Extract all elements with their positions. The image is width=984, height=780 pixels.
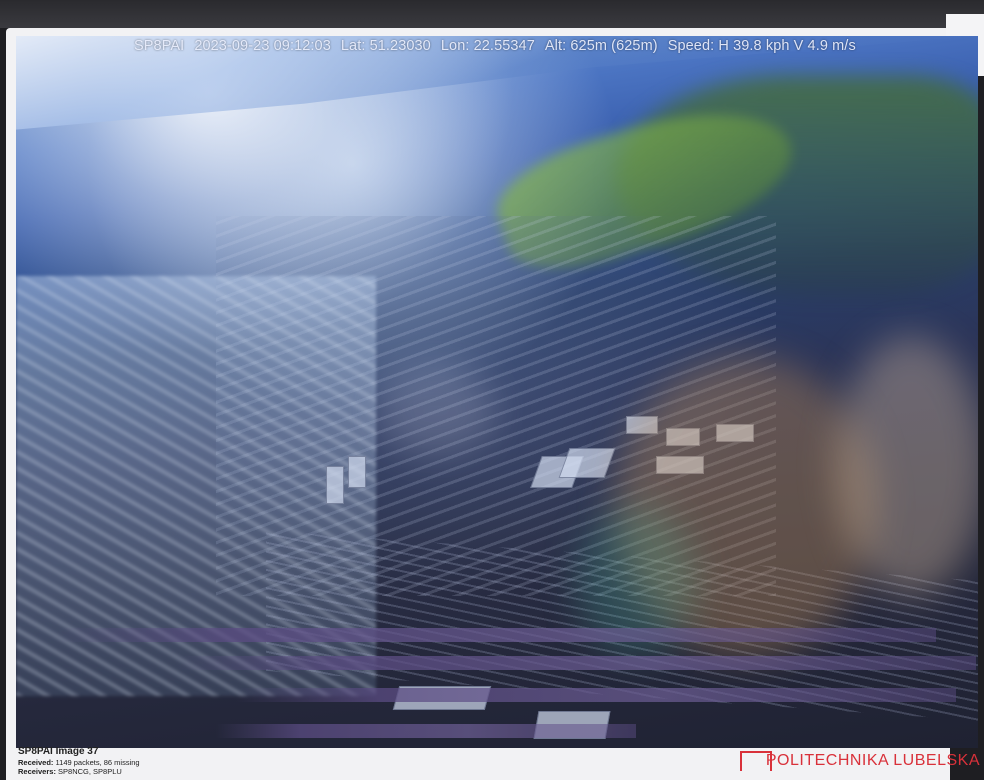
receivers-label: Receivers:	[18, 767, 56, 776]
logo-mark-icon	[740, 751, 772, 771]
image-caption: SP8PAI Image 37 Received: 1149 packets, …	[18, 746, 338, 776]
received-value: 1149 packets, 86 missing	[55, 758, 140, 767]
screen-glare	[836, 336, 978, 596]
telemetry-lon: Lon: 22.55347	[440, 38, 535, 54]
receivers-value: SP8NCG, SP8PLU	[58, 767, 122, 776]
telemetry-overlay: SP8PAI 2023-09-23 09:12:03 Lat: 51.23030 Lo…	[134, 38, 954, 58]
logo-text: POLITECHNIKA LUBELSKA	[765, 752, 980, 769]
ssdv-image	[16, 36, 978, 748]
missing-packet-band	[216, 724, 636, 738]
telemetry-speed: Speed: H 39.8 kph V 4.9 m/s	[667, 38, 856, 54]
missing-packet-band	[236, 688, 956, 702]
received-label: Received:	[18, 758, 54, 767]
missing-packet-band	[176, 656, 976, 670]
telemetry-lat: Lat: 51.23030	[340, 38, 431, 54]
telemetry-callsign: SP8PAI	[134, 38, 185, 54]
receivers-line: Receivers: SP8NCG, SP8PLU	[18, 767, 338, 776]
telemetry-timestamp: 2023-09-23 09:12:03	[194, 38, 331, 54]
missing-packet-band	[56, 628, 936, 642]
building	[348, 456, 366, 488]
monitor-bezel	[0, 0, 984, 28]
telemetry-alt: Alt: 625m (625m)	[544, 38, 658, 54]
screen-glare	[376, 366, 496, 456]
university-logo: POLITECHNIKA LUBELSKA	[740, 748, 980, 774]
received-line: Received: 1149 packets, 86 missing	[18, 758, 338, 767]
building	[326, 466, 344, 504]
image-title: SP8PAI Image 37	[18, 746, 99, 757]
